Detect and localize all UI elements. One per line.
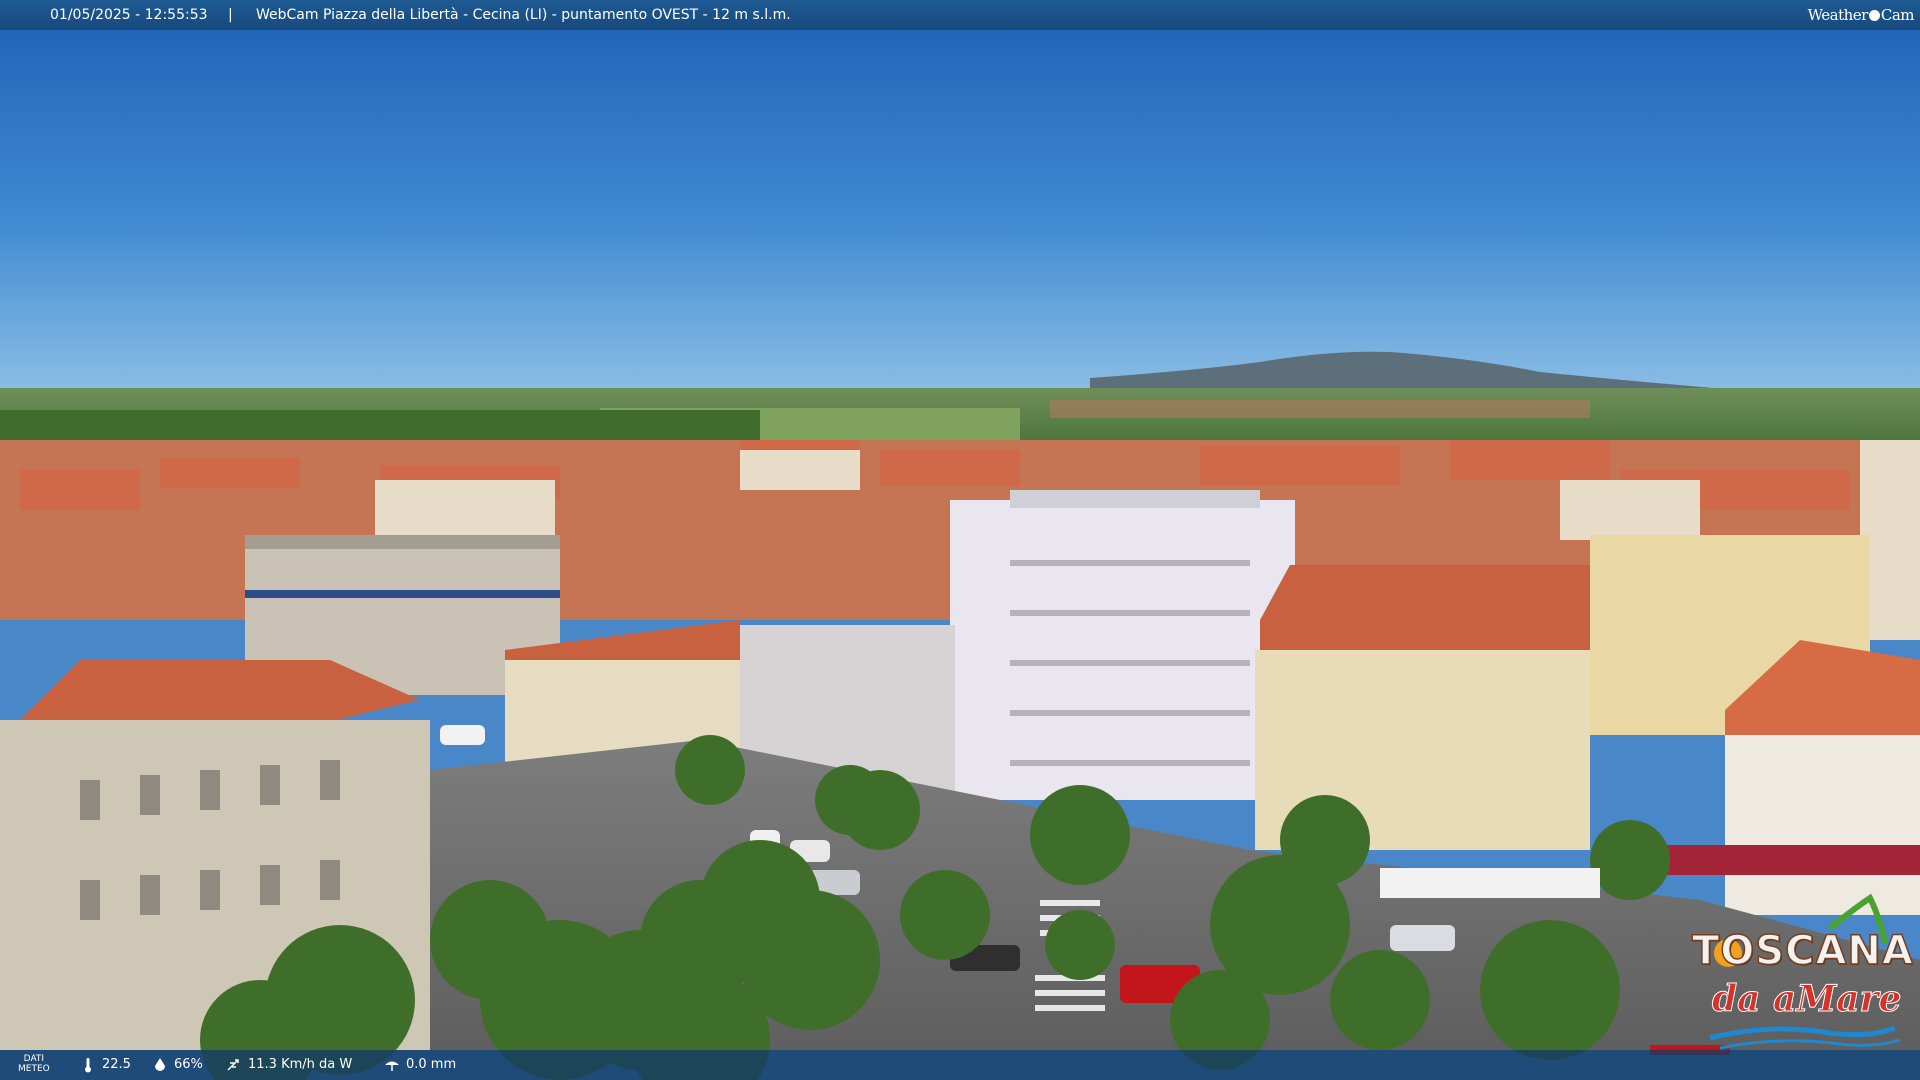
webcam-title: WebCam Piazza della Libertà - Cecina (LI… <box>256 7 791 23</box>
webcam-scene <box>0 0 1920 1080</box>
wind-value: 11.3 Km/h da W <box>248 1057 353 1072</box>
dati-line1: DATI <box>23 1054 45 1064</box>
separator: | <box>228 7 233 23</box>
brand-left: Weather <box>1807 6 1869 24</box>
brand-right: Cam <box>1880 6 1915 24</box>
logo-sub: da aMare <box>1711 978 1902 1021</box>
thermometer-icon <box>85 1058 91 1073</box>
toscana-da-amare-logo: TOSCANA da aMare <box>1680 888 1916 1056</box>
tall-building <box>950 500 1295 800</box>
logo-word: TOSCANA <box>1691 927 1914 975</box>
humidity-reading: 66% <box>152 1050 203 1080</box>
weather-bar: DATI METEO 22.5 66% 11.3 Km/h da W 0.0 m… <box>0 1050 1920 1080</box>
rain-reading: 0.0 mm <box>384 1050 456 1080</box>
dati-meteo-label: DATI METEO <box>18 1054 50 1074</box>
info-banner: 01/05/2025 - 12:55:53 | WebCam Piazza de… <box>0 0 1920 30</box>
dati-line2: METEO <box>18 1064 50 1074</box>
humidity-icon <box>155 1058 165 1071</box>
wind-icon <box>227 1059 239 1071</box>
temperature-reading: 22.5 <box>80 1050 131 1080</box>
wind-reading: 11.3 Km/h da W <box>226 1050 352 1080</box>
sky <box>0 0 1920 400</box>
weathercam-logo: Weather Cam <box>1807 0 1915 30</box>
brand-dot-icon <box>1868 9 1880 21</box>
timestamp: 01/05/2025 - 12:55:53 <box>50 7 208 23</box>
humidity-value: 66% <box>174 1057 203 1072</box>
rain-value: 0.0 mm <box>406 1057 457 1072</box>
rain-icon <box>385 1061 399 1071</box>
temperature-value: 22.5 <box>102 1057 131 1072</box>
